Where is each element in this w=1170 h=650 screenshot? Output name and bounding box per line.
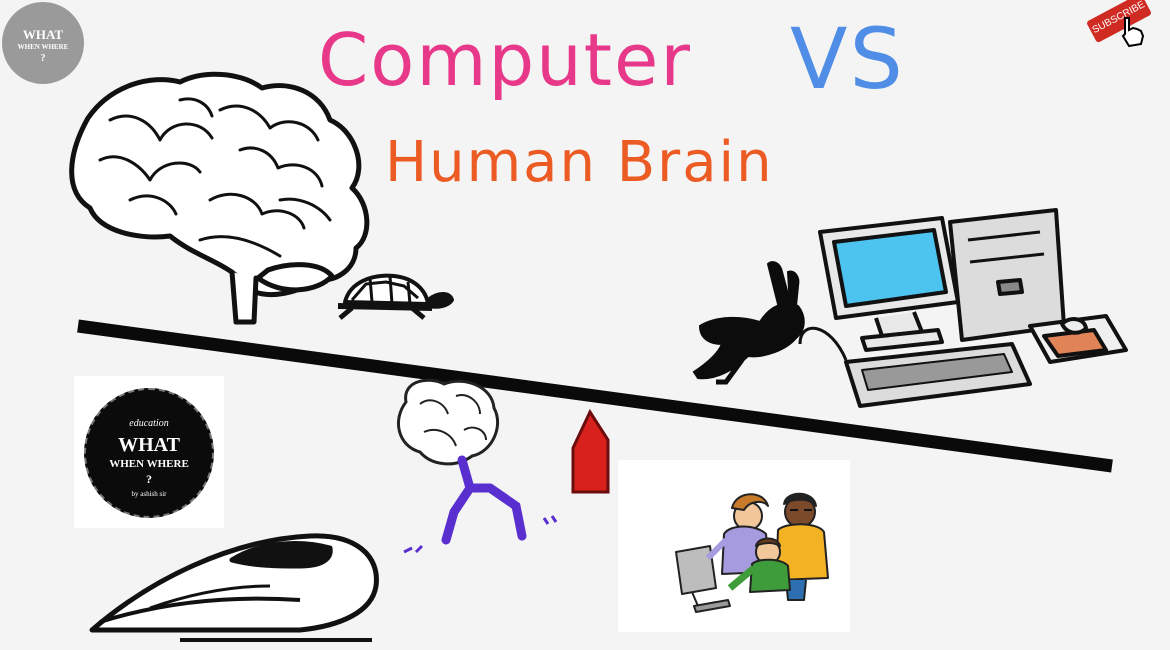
logo-byline: by ashish sir — [131, 490, 167, 498]
people-at-computer-icon — [675, 492, 829, 613]
channel-logo-circle: education WHAT WHEN WHERE ? by ashish si… — [84, 388, 214, 518]
channel-logo: education WHAT WHEN WHERE ? by ashish si… — [74, 376, 224, 528]
turtle-icon — [337, 273, 454, 320]
bullet-train-icon — [89, 533, 379, 642]
logo-word2: WHEN WHERE — [109, 458, 189, 470]
running-brain-icon — [397, 378, 558, 554]
fulcrum-marker — [571, 408, 610, 494]
brain-icon — [69, 71, 370, 325]
illustration — [69, 71, 1128, 642]
logo-tagline: education — [129, 418, 169, 429]
logo-word1: WHAT — [118, 434, 180, 456]
rabbit-icon — [692, 261, 805, 385]
people-at-computer-panel — [618, 460, 850, 632]
computer-icon — [798, 208, 1128, 408]
logo-word3: ? — [146, 472, 152, 486]
